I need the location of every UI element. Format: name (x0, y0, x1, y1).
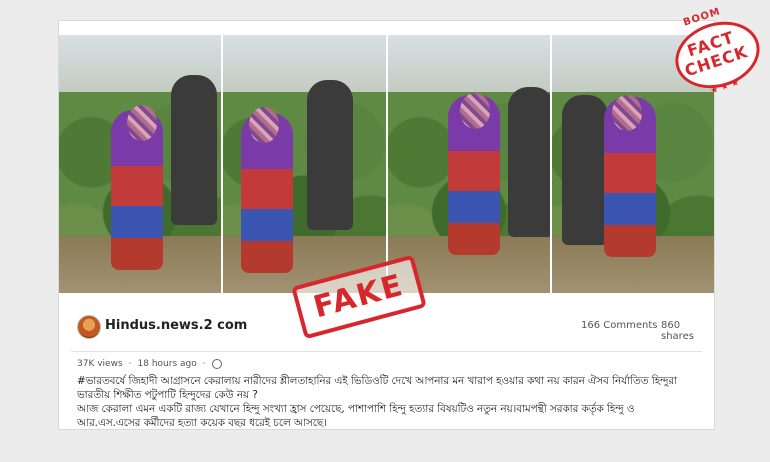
page-avatar-icon[interactable] (77, 315, 101, 339)
post-time[interactable]: 18 hours ago (138, 359, 197, 369)
facebook-post-card: Hindus.news.2 com 166 Comments 860 share… (58, 20, 715, 430)
video-frame-1 (59, 35, 224, 293)
post-meta: 37K views · 18 hours ago · (77, 359, 222, 369)
divider (71, 351, 702, 352)
post-line: আজ কেরালা এমন একটি রাজ্য যেখানে হিন্দু স… (77, 403, 635, 415)
shares-count[interactable]: 860 shares (661, 320, 714, 342)
post-line: আর.এস.এসের কর্মীদের হত্যা কয়েক বছর ধরেই… (77, 417, 327, 429)
post-text: #ভারতবর্ষে জিহাদী আগ্রাসনে কেরালায় নারী… (77, 374, 707, 430)
video-frames[interactable] (59, 35, 714, 293)
page-name-link[interactable]: Hindus.news.2 com (105, 318, 247, 333)
post-line: #ভারতবর্ষে জিহাদী আগ্রাসনে কেরালায় নারী… (77, 375, 678, 387)
video-frame-3 (387, 35, 552, 293)
meta-separator: · (128, 359, 132, 369)
comments-count[interactable]: 166 Comments (581, 320, 657, 331)
globe-icon (211, 359, 222, 369)
meta-separator: · (202, 359, 206, 369)
video-frame-2 (223, 35, 388, 293)
post-line: ভারতীয় শিক্ষীত পটুপাটি হিন্দুদের কেউ নয… (77, 389, 258, 401)
views-count: 37K views (77, 359, 123, 369)
